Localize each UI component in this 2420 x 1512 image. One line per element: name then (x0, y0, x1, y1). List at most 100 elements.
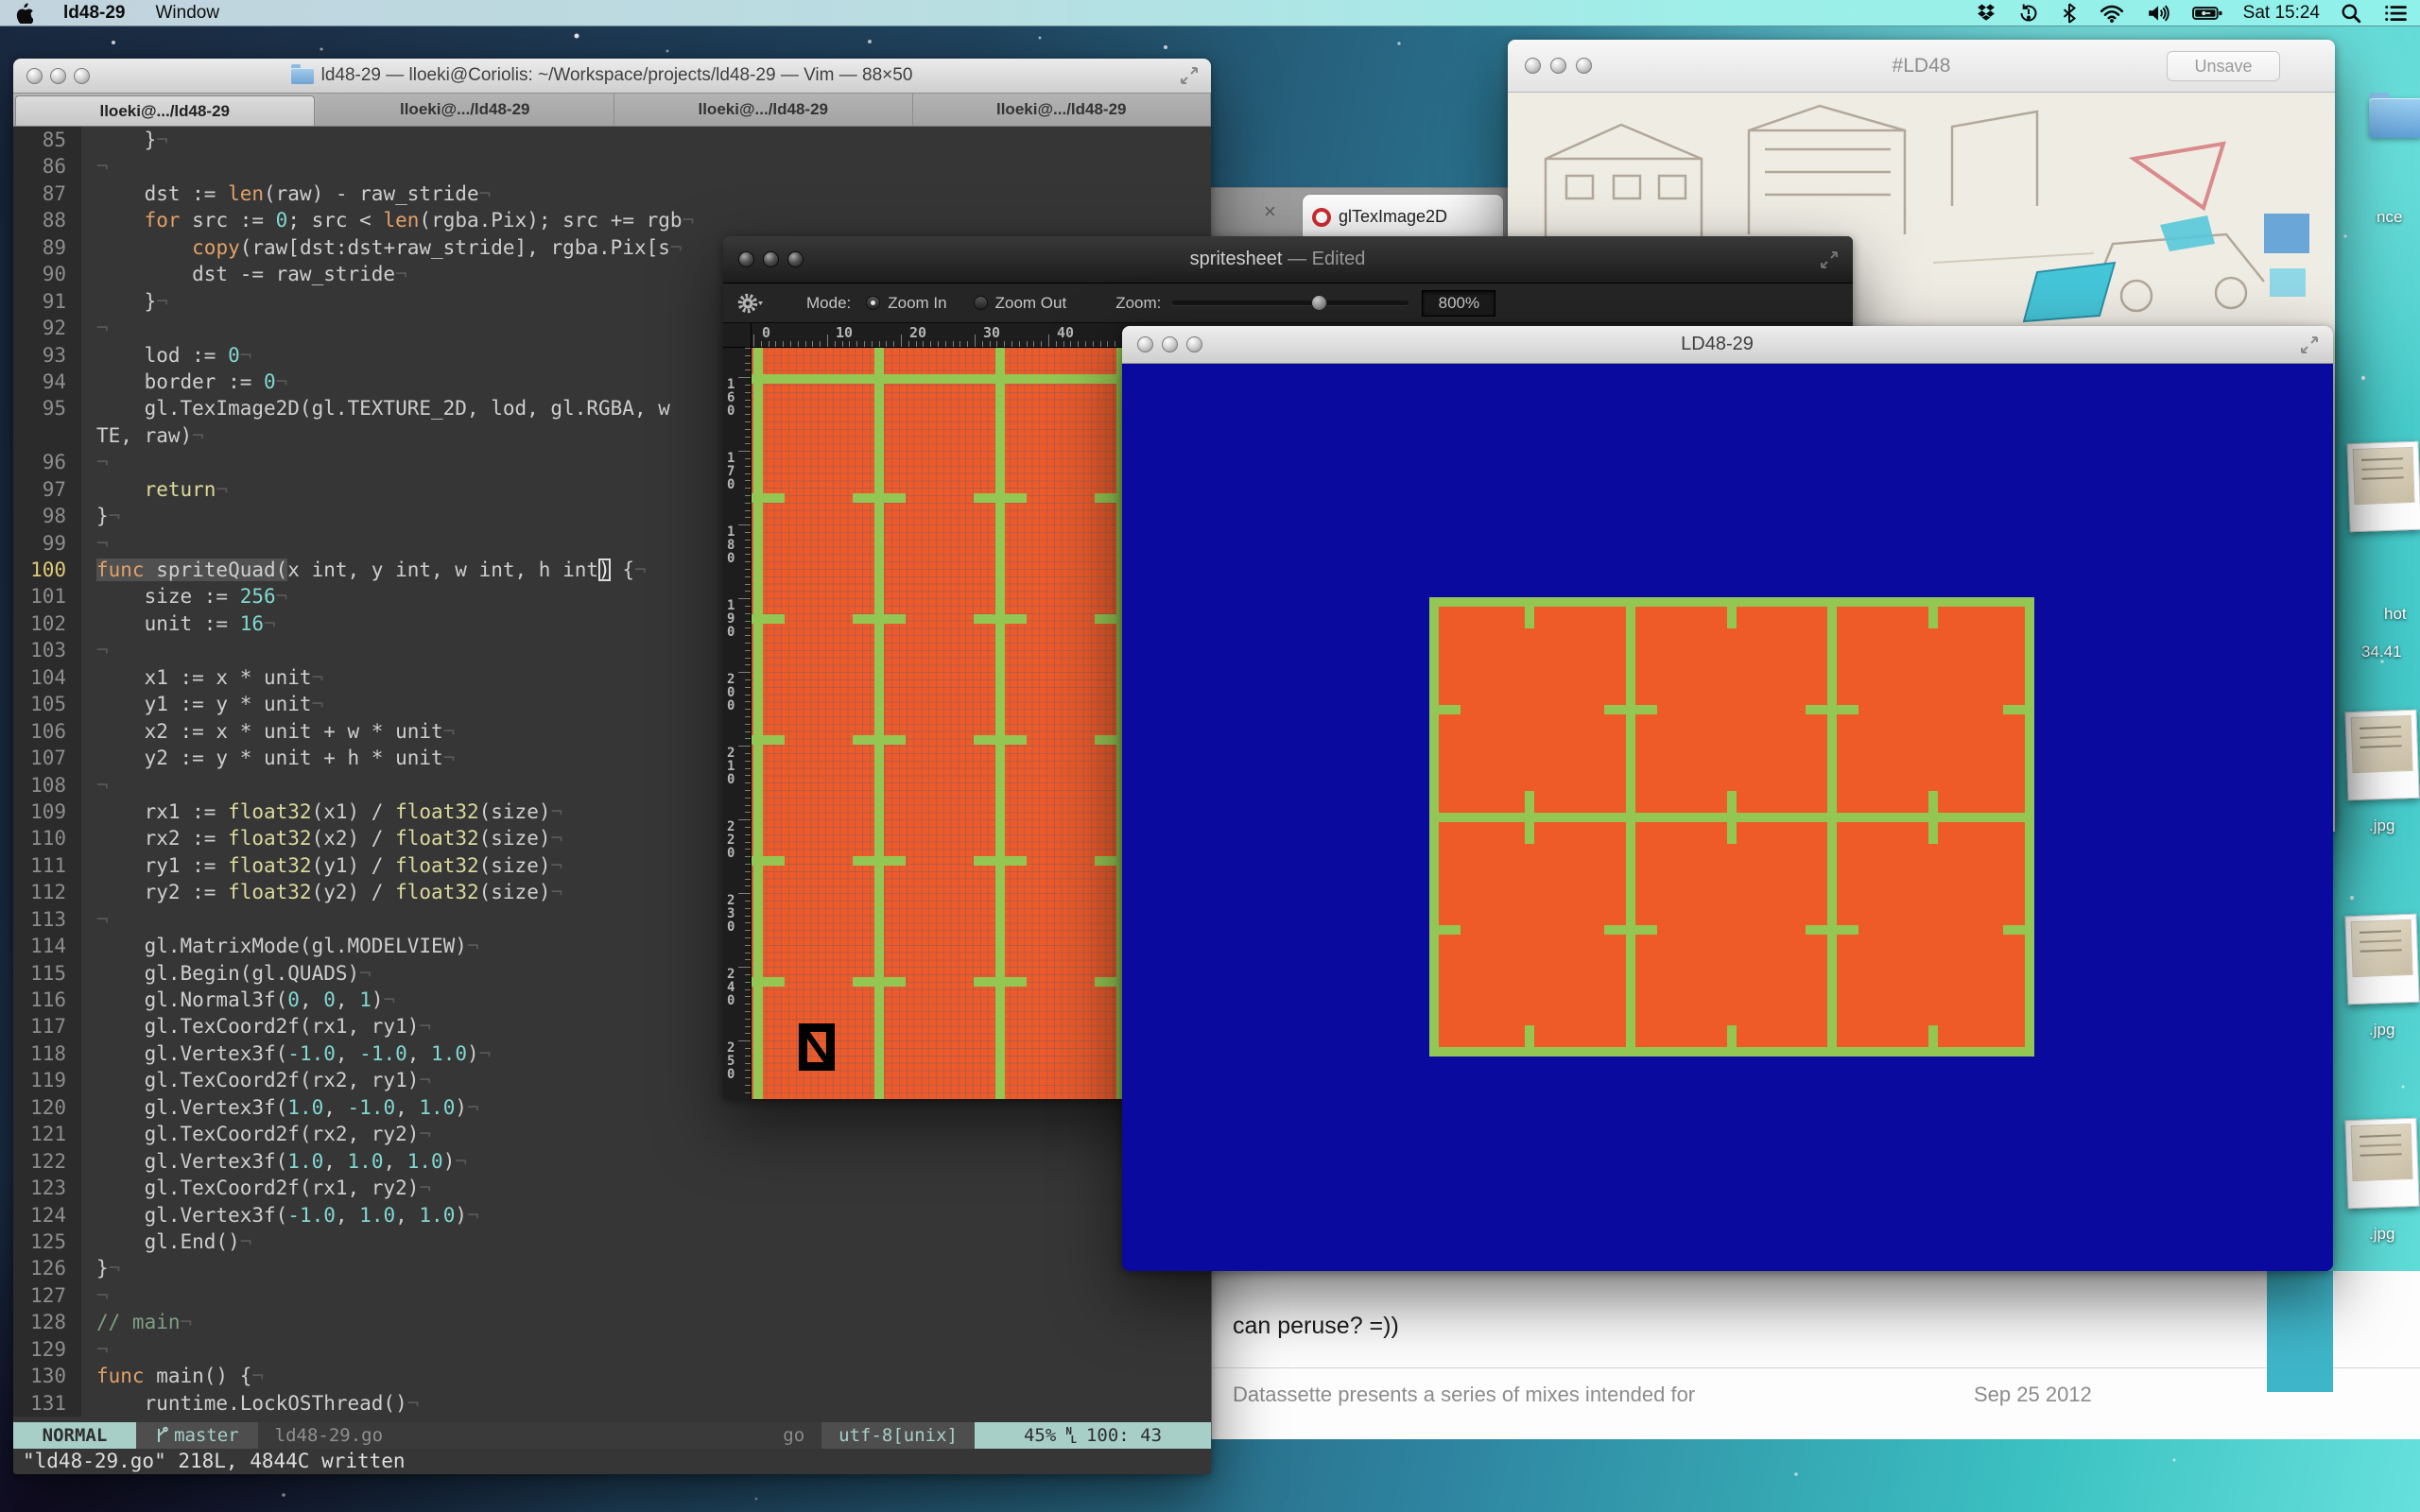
minimize-button[interactable] (50, 68, 66, 84)
ruler-number: 20 (909, 324, 926, 341)
line-number: 109 (13, 799, 81, 825)
code-text: for src := 0; src < len(rgba.Pix); src +… (81, 207, 694, 233)
wifi-icon[interactable] (2088, 0, 2135, 26)
zoom-button[interactable] (74, 68, 90, 84)
zoom-button[interactable] (1576, 58, 1592, 74)
ruler-tick (745, 1019, 751, 1020)
desktop-icon-label[interactable]: nce (2377, 208, 2402, 227)
eol-marker: ¬ (276, 370, 288, 393)
zoom-slider-thumb[interactable] (1311, 295, 1327, 311)
minimize-button[interactable] (1162, 336, 1178, 352)
minimize-button[interactable] (763, 251, 779, 267)
line-number: 92 (13, 315, 81, 341)
code-line: 128// main¬ (13, 1309, 1211, 1335)
battery-icon[interactable] (2181, 0, 2234, 26)
fullscreen-icon[interactable] (1179, 65, 1200, 86)
minimize-button[interactable] (1550, 58, 1566, 74)
eol-marker: ¬ (96, 908, 109, 931)
desktop-folder-icon[interactable] (2369, 98, 2420, 138)
sprite-grid-line (1525, 597, 1534, 628)
desktop-icon-label[interactable]: hot (2384, 605, 2407, 624)
browser-tab[interactable]: glTexImage2D (1302, 194, 1504, 239)
ruler-tick (745, 1092, 751, 1093)
game-viewport[interactable] (1122, 364, 2333, 1271)
ruler-number: 160 (727, 378, 735, 418)
zoom-slider[interactable] (1172, 301, 1409, 305)
eol-marker: ¬ (240, 1230, 252, 1253)
sprite-grid-line (1525, 791, 1534, 844)
ruler-corner (723, 323, 752, 348)
code-token: float32 (228, 827, 312, 850)
spritesheet-toolbar: Mode: Zoom In Zoom Out Zoom: 800% (723, 284, 1853, 323)
irc-titlebar[interactable]: #LD48 Unsave (1508, 40, 2335, 93)
line-number: 98 (13, 503, 81, 529)
bluetooth-icon[interactable] (2050, 0, 2088, 26)
code-token: -1.0 (348, 1096, 396, 1119)
vim-command-line[interactable]: "ld48-29.go" 218L, 4844C written (13, 1449, 1211, 1474)
close-button[interactable] (26, 68, 43, 84)
terminal-tab[interactable]: lloeki@.../ld48-29 (317, 94, 615, 126)
close-button[interactable] (738, 251, 754, 267)
ruler-tick (745, 871, 751, 872)
radio-icon (866, 296, 880, 310)
ruler-tick (923, 341, 924, 347)
terminal-tab[interactable]: lloeki@.../ld48-29 (913, 94, 1212, 126)
zoom-button[interactable] (787, 251, 804, 267)
close-button[interactable] (1525, 58, 1541, 74)
line-number: 107 (13, 745, 81, 771)
sprite-grid-line (1928, 1025, 1938, 1057)
desktop-icon-label[interactable]: .jpg (2369, 1225, 2394, 1244)
gear-icon[interactable] (736, 291, 765, 316)
desktop-icon-label[interactable]: .jpg (2369, 816, 2394, 835)
line-number: 110 (13, 825, 81, 851)
terminal-tab[interactable]: lloeki@.../ld48-29 (614, 94, 913, 126)
desktop-photo-icon[interactable] (2344, 1118, 2419, 1210)
notification-center-icon[interactable] (2373, 0, 2420, 26)
tab-close-icon[interactable]: × (1264, 199, 1276, 224)
terminal-titlebar[interactable]: ld48-29 — lloeki@Coriolis: ~/Workspace/p… (13, 59, 1211, 94)
fullscreen-icon[interactable] (1819, 249, 1840, 270)
ruler-tick (975, 335, 976, 347)
sprite-grid-line (1827, 903, 1837, 956)
menu-clock[interactable]: Sat 15:24 (2234, 3, 2329, 24)
code-text: x1 := x * unit¬ (81, 664, 323, 691)
ruler-tick (745, 864, 751, 865)
desktop-icon-label[interactable]: .jpg (2369, 1021, 2394, 1040)
line-number: 117 (13, 1013, 81, 1040)
time-machine-icon[interactable] (2007, 0, 2050, 26)
browser-tab-strip: × glTexImage2D (1211, 187, 1512, 238)
zoom-value-field[interactable]: 800% (1422, 290, 1495, 317)
eol-marker: ¬ (216, 478, 228, 501)
desktop-photo-icon[interactable] (2344, 710, 2419, 801)
dropbox-icon[interactable] (1965, 0, 2007, 26)
desktop-photo-icon[interactable] (2346, 441, 2420, 533)
line-number: 131 (13, 1390, 81, 1417)
app-menu[interactable]: ld48-29 (48, 0, 140, 26)
unsave-button[interactable]: Unsave (2167, 51, 2280, 81)
line-number: 124 (13, 1202, 81, 1228)
spotlight-icon[interactable] (2329, 0, 2373, 26)
terminal-tab[interactable]: lloeki@.../ld48-29 (15, 95, 315, 126)
apple-menu[interactable] (0, 0, 48, 26)
eol-marker: ¬ (96, 155, 109, 178)
sprite-grid-line (1525, 1025, 1534, 1057)
ruler-tick (745, 1070, 751, 1071)
game-titlebar[interactable]: LD48-29 (1122, 326, 2333, 364)
desktop-photo-icon[interactable] (2344, 914, 2419, 1005)
eol-marker: ¬ (479, 182, 492, 205)
menu-item-window[interactable]: Window (140, 0, 234, 26)
fullscreen-icon[interactable] (2299, 335, 2320, 355)
code-token: , (323, 1150, 347, 1173)
close-button[interactable] (1137, 336, 1153, 352)
desktop-icon-label[interactable]: 34.41 (2361, 643, 2402, 662)
ruler-tick (745, 621, 751, 622)
code-token: (size) (479, 827, 551, 850)
zoom-in-radio[interactable]: Zoom In (866, 294, 946, 313)
zoom-out-radio[interactable]: Zoom Out (974, 294, 1067, 313)
eol-marker: ¬ (181, 1311, 193, 1333)
spritesheet-titlebar[interactable]: spritesheet — Edited (723, 236, 1853, 284)
zoom-button[interactable] (1186, 336, 1202, 352)
volume-icon[interactable] (2135, 0, 2181, 26)
ruler-tick (805, 341, 806, 347)
eol-marker: ¬ (96, 451, 109, 473)
